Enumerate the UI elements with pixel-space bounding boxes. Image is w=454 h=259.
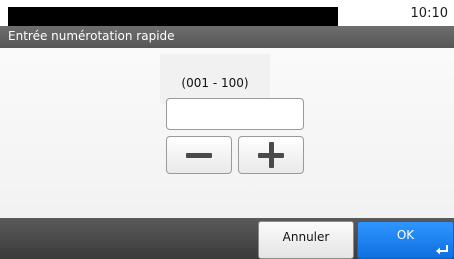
decrement-button[interactable] — [166, 136, 232, 174]
page-title: Entrée numérotation rapide — [8, 29, 175, 43]
minus-icon — [186, 152, 212, 158]
enter-icon — [436, 245, 448, 255]
ok-button[interactable]: OK — [357, 221, 454, 259]
range-label: (001 - 100) — [181, 76, 249, 90]
footer-bar: Annuler OK — [0, 218, 454, 259]
main-panel: (001 - 100) — [0, 48, 454, 218]
speed-dial-entry-screen: 10:10 Entrée numérotation rapide (001 - … — [0, 0, 454, 259]
plus-icon — [258, 142, 284, 168]
cancel-button[interactable]: Annuler — [258, 221, 354, 259]
clock: 10:10 — [410, 6, 448, 21]
status-message-area — [8, 7, 338, 26]
speed-dial-number-field[interactable] — [166, 98, 304, 130]
status-bar: 10:10 — [0, 0, 454, 26]
range-hint: (001 - 100) — [160, 54, 270, 104]
cancel-button-label: Annuler — [282, 230, 330, 244]
ok-button-label: OK — [396, 228, 415, 242]
title-bar: Entrée numérotation rapide — [0, 26, 454, 48]
increment-button[interactable] — [238, 136, 304, 174]
